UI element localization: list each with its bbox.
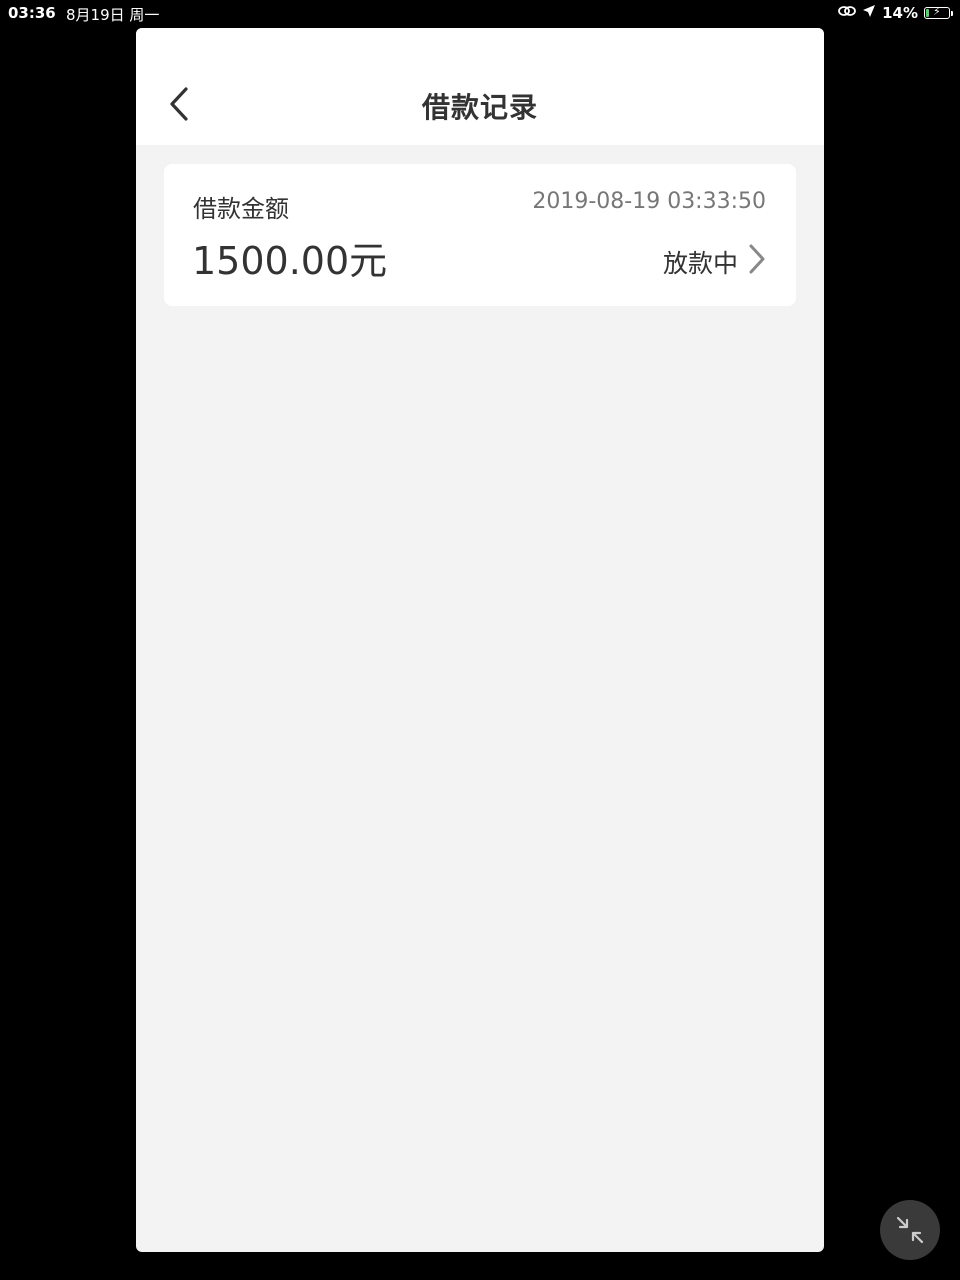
- chevron-right-icon: [746, 242, 768, 276]
- minimize-button[interactable]: [880, 1200, 940, 1260]
- bolt-icon: ⚡: [933, 5, 941, 18]
- status-time: 03:36: [8, 4, 56, 22]
- page-title: 借款记录: [421, 91, 538, 124]
- nav-bar: 借款记录: [136, 28, 824, 145]
- battery-charging-icon: ⚡: [924, 5, 953, 19]
- location-arrow-icon: [862, 4, 876, 22]
- loan-record-card[interactable]: 借款金额 2019-08-19 03:33:50 1500.00元 放款中: [164, 164, 796, 306]
- app-window: 借款记录 借款金额 2019-08-19 03:33:50 1500.00元 放…: [136, 28, 824, 1252]
- status-indicators: 14% ⚡: [838, 4, 953, 22]
- record-timestamp: 2019-08-19 03:33:50: [532, 189, 766, 214]
- status-date: 8月19日 周一: [66, 6, 160, 24]
- status-badge: 放款中: [662, 249, 738, 278]
- link-icon: [838, 4, 856, 22]
- status-bar: 03:36 8月19日 周一 14% ⚡: [0, 0, 960, 26]
- amount-value: 1500.00元: [192, 239, 388, 283]
- amount-label: 借款金额: [193, 195, 289, 223]
- battery-fill: [926, 9, 929, 17]
- battery-percent: 14%: [882, 4, 918, 22]
